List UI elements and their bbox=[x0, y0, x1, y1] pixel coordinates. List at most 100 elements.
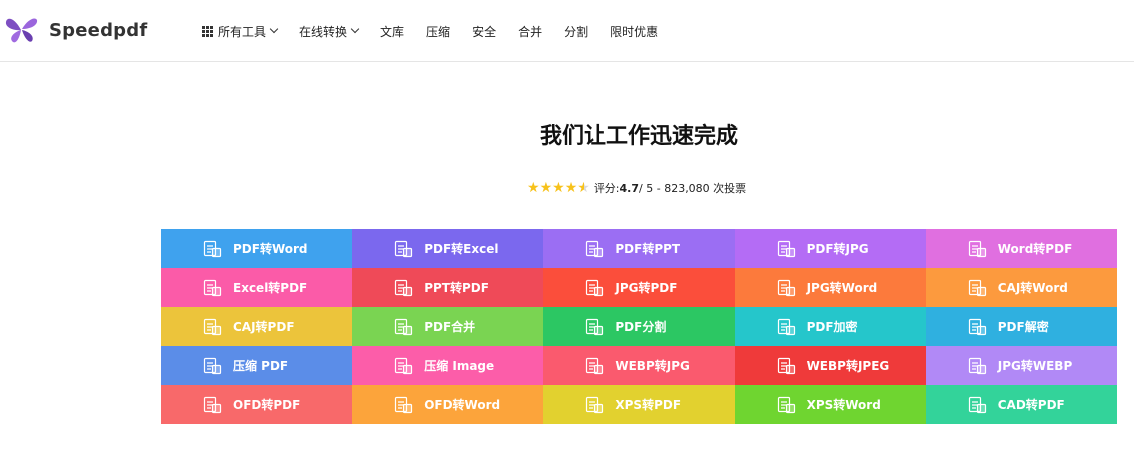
tool-tile[interactable]: PDF加密 bbox=[734, 307, 926, 346]
tool-label: OFD转PDF bbox=[233, 398, 301, 412]
tool-tile[interactable]: XPS转Word bbox=[734, 385, 926, 424]
half-star-icon: ★ bbox=[577, 180, 590, 196]
tool-label: CAJ转PDF bbox=[233, 320, 295, 334]
rating-stars: ★ ★ ★ ★ ★ bbox=[527, 181, 590, 195]
cad-file-icon bbox=[968, 396, 988, 414]
tool-tile[interactable]: PDF转PPT bbox=[543, 229, 735, 268]
tool-label: OFD转Word bbox=[424, 398, 501, 412]
tool-tile[interactable]: WEBP转JPEG bbox=[734, 346, 926, 385]
nav-item[interactable]: 合并 bbox=[518, 23, 542, 40]
nav-item-label: 在线转换 bbox=[299, 24, 348, 39]
tool-tile[interactable]: JPG转WEBP bbox=[925, 346, 1117, 385]
compress-pdf-icon bbox=[203, 357, 223, 375]
nav-item[interactable]: 所有工具 bbox=[202, 23, 279, 40]
tool-label: PDF转JPG bbox=[806, 242, 869, 256]
tool-grid: PDF转Word PDF转Excel PDF转PPT PDF转JPG Word转PDF E… bbox=[161, 229, 1117, 424]
pdf-file-icon bbox=[777, 240, 797, 258]
header: Speedpdf 所有工具 在线转换 文库 压缩 安全 合并 分割 限时优惠 bbox=[0, 0, 1134, 62]
rating-prefix: 评分: bbox=[593, 182, 620, 195]
tool-tile[interactable]: PDF转Word bbox=[161, 229, 353, 268]
tool-label: PDF加密 bbox=[806, 320, 858, 334]
tool-tile[interactable]: Excel转PDF bbox=[161, 268, 353, 307]
tool-tile[interactable]: 压缩 Image bbox=[352, 346, 544, 385]
nav-item[interactable]: 压缩 bbox=[426, 23, 450, 40]
nav-item-label: 合并 bbox=[518, 24, 543, 39]
tool-tile[interactable]: PDF合并 bbox=[352, 307, 544, 346]
nav-item-label: 文库 bbox=[380, 24, 405, 39]
tool-tile[interactable]: OFD转Word bbox=[352, 385, 544, 424]
tool-tile[interactable]: CAD转PDF bbox=[925, 385, 1117, 424]
nav-item[interactable]: 安全 bbox=[472, 23, 496, 40]
pdf-file-icon bbox=[203, 240, 223, 258]
tool-label: PDF分割 bbox=[615, 320, 667, 334]
tool-label: PDF转Word bbox=[233, 242, 308, 256]
page-title: 我们让工作迅速完成 bbox=[539, 124, 738, 149]
tool-tile[interactable]: OFD转PDF bbox=[161, 385, 353, 424]
logo[interactable]: Speedpdf bbox=[5, 12, 147, 48]
tool-tile[interactable]: 压缩 PDF bbox=[161, 346, 353, 385]
nav-item[interactable]: 在线转换 bbox=[299, 23, 360, 40]
main-nav: 所有工具 在线转换 文库 压缩 安全 合并 分割 限时优惠 bbox=[202, 0, 680, 62]
pdf-file-icon bbox=[394, 240, 414, 258]
tool-tile[interactable]: PDF转JPG bbox=[734, 229, 926, 268]
tool-label: CAJ转Word bbox=[997, 281, 1068, 295]
star-icon: ★ bbox=[552, 180, 565, 196]
tool-label: PDF转PPT bbox=[615, 242, 681, 256]
tool-tile[interactable]: PDF转Excel bbox=[352, 229, 544, 268]
nav-item[interactable]: 分割 bbox=[564, 23, 588, 40]
nav-item-label: 压缩 bbox=[426, 24, 451, 39]
logo-text: Speedpdf bbox=[49, 19, 148, 41]
tool-tile[interactable]: PDF分割 bbox=[543, 307, 735, 346]
lock-file-icon bbox=[777, 318, 797, 336]
tool-label: WEBP转JPG bbox=[615, 359, 690, 373]
rating: ★ ★ ★ ★ ★ 评分: 4.7 / 5 - 823,080 次投票 bbox=[527, 180, 746, 196]
nav-item-label: 安全 bbox=[472, 24, 497, 39]
tool-label: JPG转WEBP bbox=[997, 359, 1073, 373]
chevron-down-icon bbox=[350, 24, 360, 34]
tool-tile[interactable]: Word转PDF bbox=[925, 229, 1117, 268]
word-file-icon bbox=[968, 240, 988, 258]
grid-menu-icon bbox=[202, 25, 213, 37]
tool-tile[interactable]: JPG转PDF bbox=[543, 268, 735, 307]
tool-tile[interactable]: PDF解密 bbox=[925, 307, 1117, 346]
tool-tile[interactable]: JPG转Word bbox=[734, 268, 926, 307]
caj-file-icon bbox=[203, 318, 223, 336]
tool-tile[interactable]: XPS转PDF bbox=[543, 385, 735, 424]
tool-tile[interactable]: CAJ转Word bbox=[925, 268, 1117, 307]
ofd-file-icon bbox=[203, 396, 223, 414]
tool-label: PDF解密 bbox=[997, 320, 1049, 334]
tool-tile[interactable]: PPT转PDF bbox=[352, 268, 544, 307]
ofd-file-icon bbox=[394, 396, 414, 414]
tool-label: PDF合并 bbox=[424, 320, 476, 334]
compress-image-icon bbox=[394, 357, 414, 375]
tool-label: Word转PDF bbox=[997, 242, 1073, 256]
image-file-icon bbox=[777, 279, 797, 297]
nav-item-label: 所有工具 bbox=[218, 24, 267, 39]
nav-item[interactable]: 限时优惠 bbox=[610, 23, 658, 40]
tool-label: XPS转Word bbox=[806, 398, 881, 412]
tool-label: 压缩 Image bbox=[424, 359, 495, 373]
image-file-icon bbox=[777, 357, 797, 375]
xps-file-icon bbox=[777, 396, 797, 414]
tool-label: Excel转PDF bbox=[233, 281, 308, 295]
pdf-file-icon bbox=[585, 240, 605, 258]
nav-item-label: 分割 bbox=[564, 24, 589, 39]
split-icon bbox=[585, 318, 605, 336]
ppt-file-icon bbox=[394, 279, 414, 297]
image-file-icon bbox=[585, 279, 605, 297]
tool-label: JPG转Word bbox=[806, 281, 878, 295]
image-file-icon bbox=[968, 357, 988, 375]
tool-tile[interactable]: CAJ转PDF bbox=[161, 307, 353, 346]
excel-file-icon bbox=[203, 279, 223, 297]
tool-label: XPS转PDF bbox=[615, 398, 682, 412]
tool-label: JPG转PDF bbox=[615, 281, 678, 295]
merge-icon bbox=[394, 318, 414, 336]
tool-tile[interactable]: WEBP转JPG bbox=[543, 346, 735, 385]
unlock-file-icon bbox=[968, 318, 988, 336]
tool-label: PPT转PDF bbox=[424, 281, 489, 295]
tool-label: PDF转Excel bbox=[424, 242, 499, 256]
rating-suffix: / 5 - 823,080 次投票 bbox=[639, 182, 747, 195]
star-icon: ★ bbox=[564, 180, 578, 196]
star-icon: ★ bbox=[527, 180, 540, 196]
nav-item[interactable]: 文库 bbox=[380, 23, 404, 40]
